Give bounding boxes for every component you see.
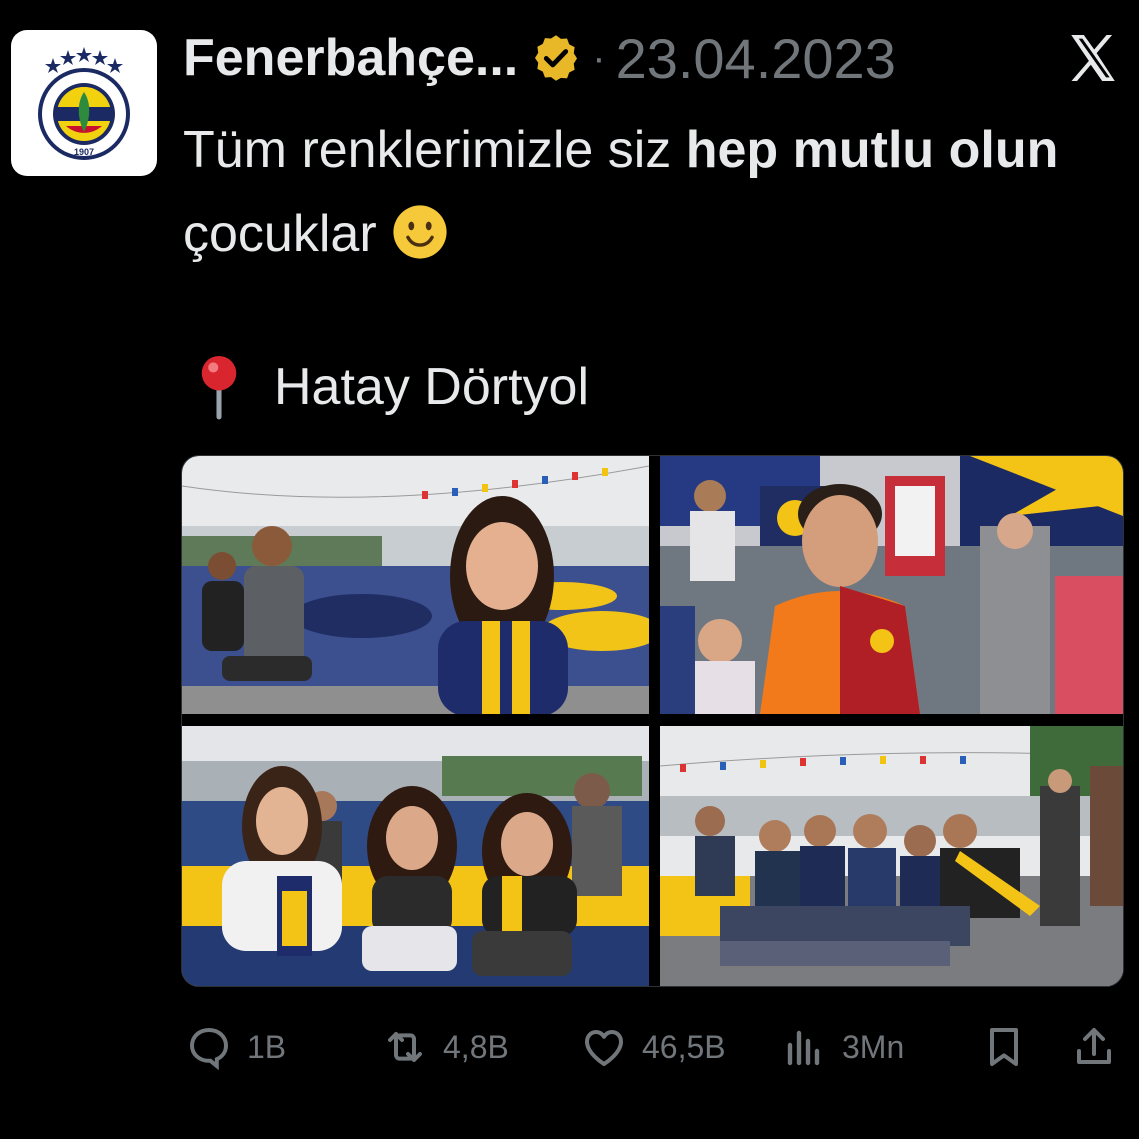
location-text: Hatay Dörtyol (274, 358, 589, 416)
retweet-button[interactable]: 4,8B (381, 1012, 509, 1082)
view-count: 3Mn (842, 1028, 905, 1065)
smiling-face-emoji-icon (393, 205, 447, 259)
separator-dot: · (592, 35, 606, 80)
tweet-date[interactable]: 23.04.2023 (616, 26, 896, 91)
reply-count: 1B (247, 1028, 287, 1065)
reply-icon (189, 1027, 229, 1071)
bookmark-button[interactable] (980, 1012, 1042, 1082)
pushpin-icon (201, 355, 237, 420)
tweet-text-part: Tüm renklerimizle siz (183, 121, 686, 179)
share-icon (1077, 1028, 1111, 1064)
photo-boy-in-galatasaray-jersey[interactable] (660, 456, 1123, 714)
author-avatar[interactable]: 1907 (11, 30, 157, 176)
media-grid (181, 455, 1124, 987)
fenerbahce-logo-icon: 1907 (38, 47, 130, 160)
photo-group-of-boys-sitting[interactable] (660, 726, 1123, 986)
verified-badge-icon (535, 35, 578, 81)
tweet-header: Fenerbahçe... · 23.04.2023 (183, 26, 896, 91)
reply-button[interactable]: 1B (185, 1012, 286, 1082)
tweet-text-bold: hep mutlu olun (685, 121, 1059, 179)
heart-icon (585, 1030, 623, 1066)
svg-text:1907: 1907 (74, 147, 94, 157)
author-name[interactable]: Fenerbahçe... (183, 28, 518, 88)
location-line: Hatay Dörtyol (196, 352, 589, 422)
tweet-text-part: çocuklar (183, 205, 377, 263)
tweet-text: Tüm renklerimizle siz hep mutlu olun çoc… (183, 108, 1113, 276)
photo-girl-in-fenerbahce-jersey[interactable] (182, 456, 649, 714)
like-count: 46,5B (642, 1028, 726, 1065)
views-button[interactable]: 3Mn (780, 1012, 904, 1082)
like-button[interactable]: 46,5B (580, 1012, 726, 1082)
retweet-count: 4,8B (443, 1028, 509, 1065)
photo-three-girls-sitting[interactable] (182, 726, 649, 986)
share-button[interactable] (1070, 1012, 1132, 1082)
x-logo-icon[interactable] (1064, 29, 1122, 87)
tweet-actions: 1B 4,8B 46,5B 3Mn (0, 1012, 1139, 1082)
retweet-icon (388, 1032, 422, 1062)
views-chart-icon (787, 1030, 820, 1066)
bookmark-icon (990, 1028, 1018, 1066)
